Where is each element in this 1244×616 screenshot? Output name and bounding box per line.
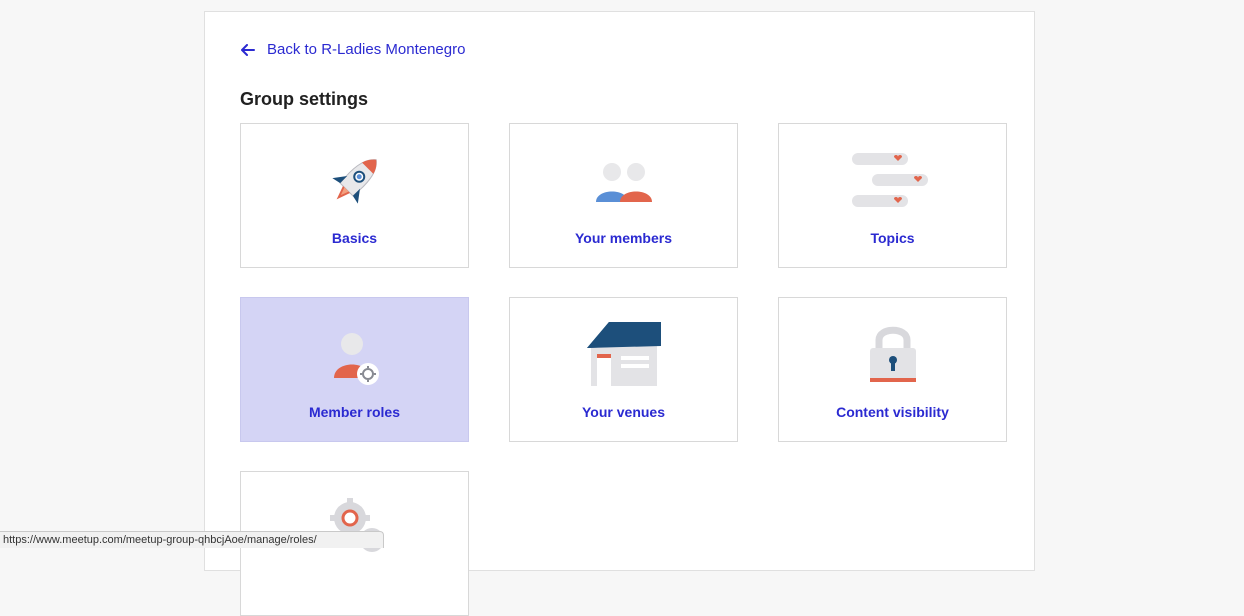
arrow-left-icon (241, 43, 255, 56)
back-link-label: Back to R-Ladies Montenegro (267, 41, 466, 58)
tile-label: Your venues (582, 404, 665, 420)
tile-content-visibility[interactable]: Content visibility (778, 297, 1007, 442)
tile-label: Member roles (308, 404, 401, 420)
member-roles-icon (333, 333, 379, 385)
page-title: Group settings (240, 89, 369, 109)
padlock-icon (869, 326, 916, 382)
gears-icon (329, 498, 384, 552)
tile-label: Your members (575, 230, 672, 246)
back-to-group-link[interactable]: Back to R-Ladies Montenegro (241, 41, 465, 58)
tile-label: Basics (331, 230, 378, 246)
topics-icon (851, 153, 928, 207)
settings-page: Back to R-Ladies Montenegro Group settin… (204, 11, 1035, 616)
browser-status-url: https://www.meetup.com/meetup-group-qhbc… (0, 531, 384, 548)
tile-your-members[interactable]: Your members (509, 123, 738, 268)
tile-member-roles[interactable]: Member roles (240, 297, 469, 442)
tile-label: Content visibility (836, 404, 949, 420)
tile-label: Topics (870, 230, 915, 246)
members-icon (595, 163, 652, 202)
tile-basics[interactable]: Basics (240, 123, 469, 268)
house-icon (586, 322, 661, 386)
tile-your-venues[interactable]: Your venues (509, 297, 738, 442)
tile-topics[interactable]: Topics (778, 123, 1007, 268)
rocket-icon (331, 159, 377, 204)
